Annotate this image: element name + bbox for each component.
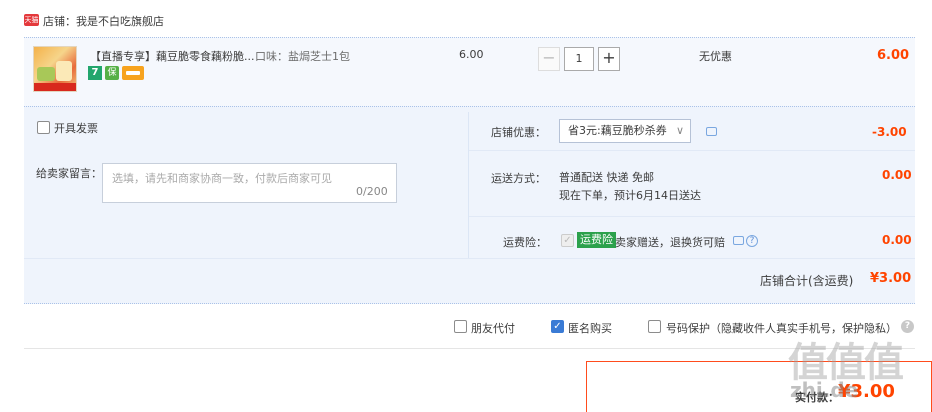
credit-card-icon[interactable] bbox=[122, 66, 144, 80]
message-label: 给卖家留言： bbox=[36, 167, 102, 180]
anonymous-label[interactable]: 匿名购买 bbox=[568, 320, 612, 336]
insurance-label: 运费险： bbox=[503, 236, 547, 249]
product-title-link[interactable]: 【直播专享】藕豆脆零食藕粉脆... bbox=[90, 48, 255, 64]
thumb-banner bbox=[34, 83, 76, 91]
quantity-decrease-button[interactable]: − bbox=[538, 47, 560, 71]
product-thumbnail[interactable] bbox=[33, 46, 77, 92]
help-icon[interactable]: ? bbox=[746, 235, 758, 247]
chevron-down-icon: ∨ bbox=[675, 124, 684, 137]
invoice-checkbox[interactable] bbox=[37, 121, 50, 134]
coupon-select[interactable]: 省3元:藕豆脆秒杀券 ∨ bbox=[559, 119, 691, 143]
invoice-label[interactable]: 开具发票 bbox=[54, 120, 98, 136]
item-subtotal: 6.00 bbox=[877, 48, 910, 63]
anonymous-checkbox[interactable]: ✓ bbox=[551, 320, 564, 333]
quantity-input[interactable]: 1 bbox=[564, 47, 594, 71]
quantity-increase-button[interactable]: + bbox=[598, 47, 620, 71]
options-divider bbox=[24, 348, 915, 349]
coupon-amount: -3.00 bbox=[872, 125, 907, 139]
seven-day-return-icon[interactable]: 7 bbox=[88, 66, 102, 80]
shipping-amount: 0.00 bbox=[882, 168, 912, 182]
chat-bubble-icon[interactable] bbox=[733, 236, 744, 245]
product-sku: 口味：盐焗芝士1包 bbox=[255, 50, 350, 63]
insurance-amount: 0.00 bbox=[882, 233, 912, 247]
shipping-label: 运送方式： bbox=[491, 172, 546, 185]
message-counter: 0/200 bbox=[356, 185, 388, 198]
row-divider bbox=[469, 216, 915, 217]
unit-price: 6.00 bbox=[459, 48, 484, 61]
row-divider bbox=[469, 150, 915, 151]
guarantee-icon[interactable]: 保 bbox=[105, 66, 119, 80]
insurance-checkbox[interactable]: ✓ bbox=[561, 234, 574, 247]
message-placeholder: 选填，请先和商家协商一致，付款后商家可见 bbox=[112, 172, 332, 185]
help-icon[interactable]: ? bbox=[901, 320, 914, 333]
shop-total-label: 店铺合计(含运费) bbox=[760, 274, 854, 288]
card-stripe bbox=[126, 71, 140, 75]
row-divider bbox=[24, 258, 915, 259]
shipping-method: 普通配送 快递 免邮 bbox=[559, 171, 654, 184]
thumb-pack-cream bbox=[56, 61, 72, 81]
coupon-selected: 省3元:藕豆脆秒杀券 bbox=[568, 124, 667, 137]
shop-name[interactable]: 店铺：我是不白吃旗舰店 bbox=[43, 13, 164, 29]
thumb-pack-green bbox=[37, 67, 55, 81]
insurance-tag: 运费险 bbox=[577, 232, 616, 248]
panel-divider bbox=[468, 112, 469, 258]
shop-total-amount: ¥3.00 bbox=[870, 271, 912, 286]
shipping-eta: 现在下单，预计6月14日送达 bbox=[559, 189, 701, 202]
friend-pay-label[interactable]: 朋友代付 bbox=[471, 320, 515, 336]
item-discount: 无优惠 bbox=[699, 50, 732, 63]
friend-pay-checkbox[interactable] bbox=[454, 320, 467, 333]
insurance-text: 卖家赠送，退换货可赔 bbox=[615, 236, 725, 249]
tmall-shop-icon: 天猫 bbox=[24, 14, 39, 26]
coupon-label: 店铺优惠： bbox=[491, 126, 546, 139]
watermark-text: zhi.de bbox=[790, 378, 859, 402]
chat-bubble-icon[interactable] bbox=[706, 127, 717, 136]
number-protect-checkbox[interactable] bbox=[648, 320, 661, 333]
